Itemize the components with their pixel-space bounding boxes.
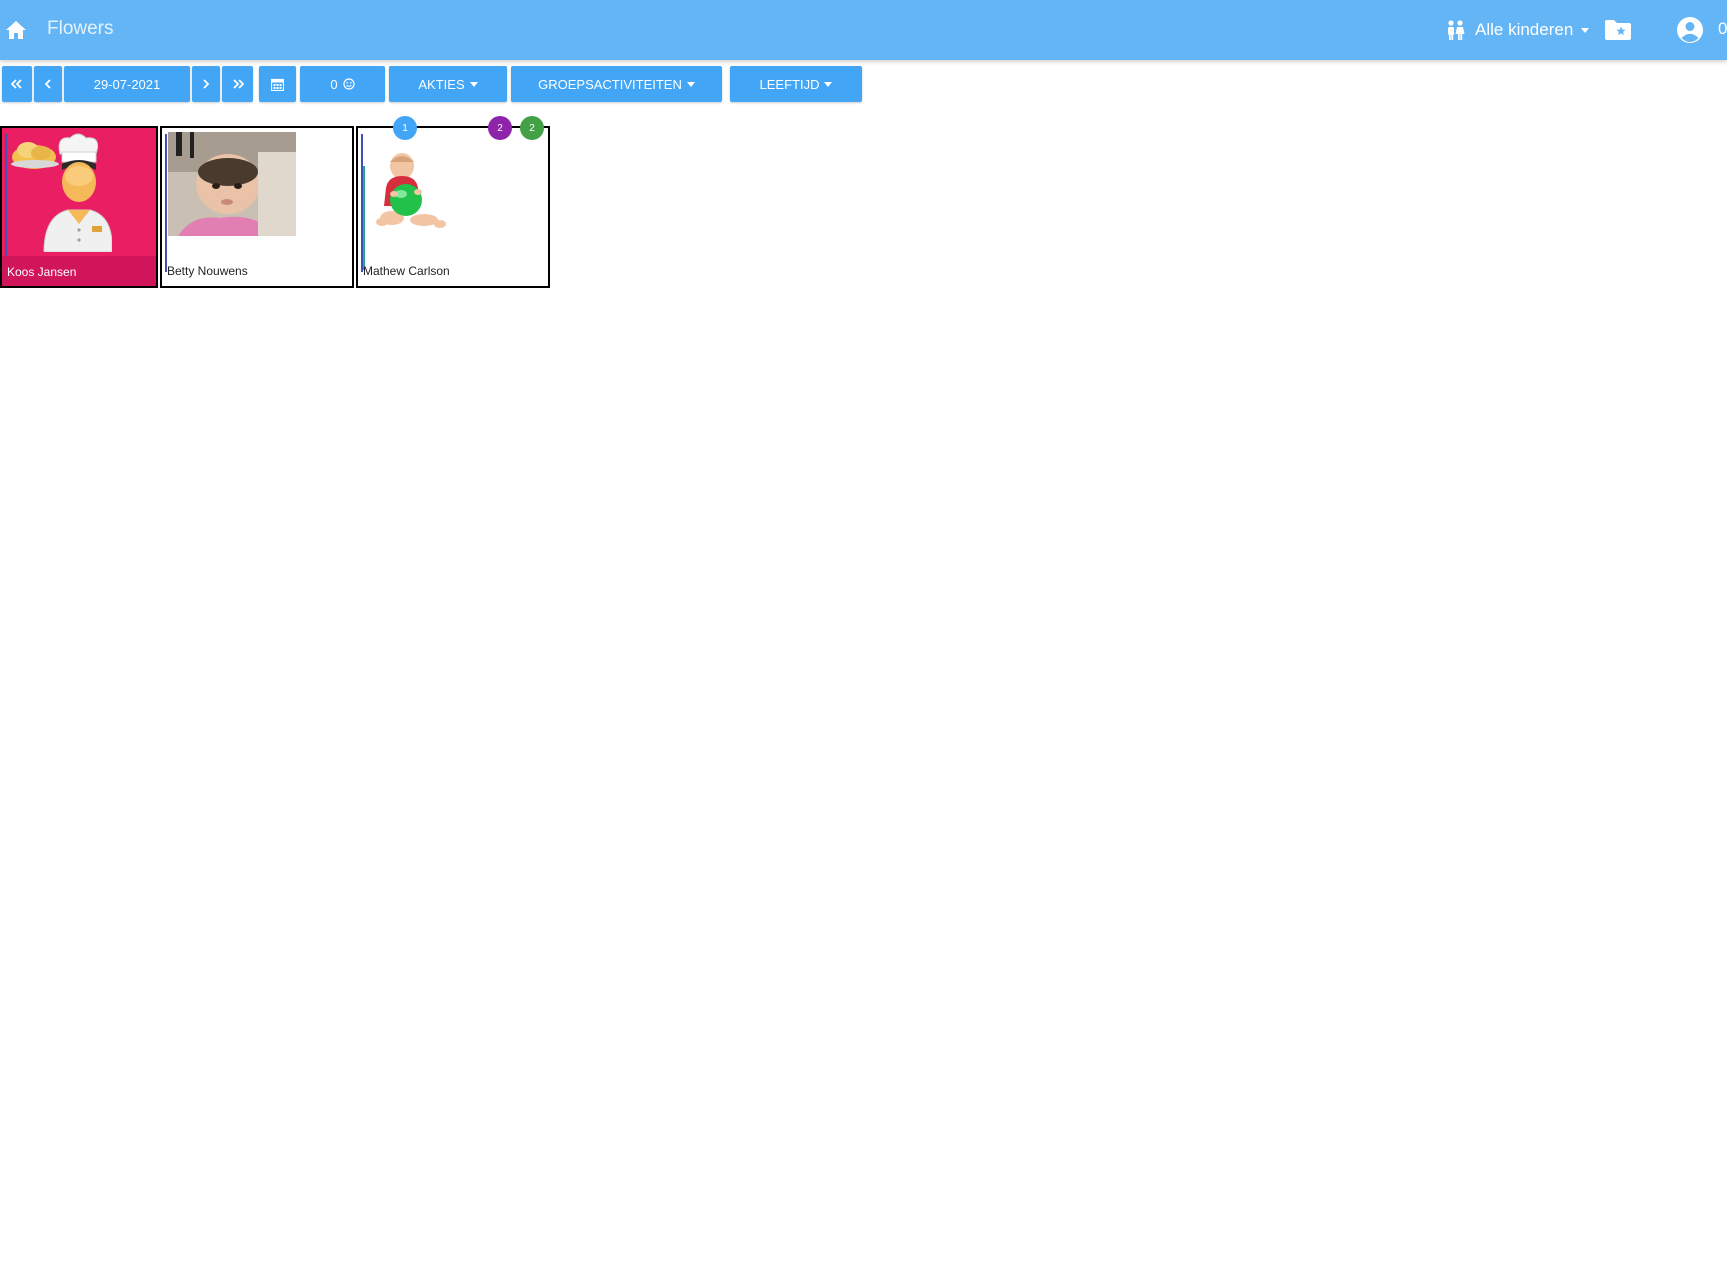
child-photo bbox=[376, 153, 446, 228]
baker-avatar bbox=[11, 133, 112, 252]
caret-down-icon bbox=[686, 82, 695, 87]
children-filter-dropdown[interactable]: Alle kinderen bbox=[1445, 17, 1590, 43]
home-button[interactable] bbox=[5, 19, 27, 41]
page-title: Flowers bbox=[47, 18, 114, 39]
caret-down-icon bbox=[824, 82, 833, 87]
previous-date-button[interactable] bbox=[34, 66, 62, 102]
mood-counter-button[interactable]: 0 bbox=[300, 66, 385, 102]
child-card-koos-jansen[interactable]: Koos Jansen bbox=[0, 126, 158, 288]
child-name: Koos Jansen bbox=[7, 265, 77, 279]
account-button[interactable] bbox=[1676, 16, 1704, 44]
child-name: Betty Nouwens bbox=[167, 264, 248, 278]
actions-dropdown[interactable]: AKTIES bbox=[389, 66, 507, 102]
card-stripe bbox=[5, 134, 7, 272]
child-photo bbox=[168, 132, 296, 236]
mood-counter-value: 0 bbox=[330, 76, 338, 92]
activity-badge-green[interactable]: 2 bbox=[520, 116, 544, 140]
chevron-left-icon bbox=[44, 79, 51, 89]
group-activities-dropdown[interactable]: GROEPSACTIVITEITEN bbox=[511, 66, 722, 102]
card-stripe bbox=[165, 134, 167, 272]
activity-badge-purple[interactable]: 2 bbox=[488, 116, 512, 140]
calendar-button[interactable] bbox=[259, 66, 296, 102]
account-circle-icon bbox=[1677, 17, 1703, 43]
actions-label: AKTIES bbox=[418, 76, 465, 92]
last-date-button[interactable] bbox=[222, 66, 253, 102]
age-label: LEEFTIJD bbox=[759, 76, 820, 92]
children-filter-label: Alle kinderen bbox=[1475, 20, 1574, 39]
child-card-mathew-carlson[interactable]: Mathew Carlson bbox=[356, 126, 550, 288]
home-icon bbox=[6, 21, 26, 39]
smiley-icon bbox=[343, 78, 355, 90]
child-name: Mathew Carlson bbox=[363, 264, 450, 278]
first-date-button[interactable] bbox=[2, 66, 32, 102]
double-chevron-right-icon bbox=[232, 79, 244, 89]
chevron-down-icon bbox=[1581, 28, 1590, 33]
card-stripe bbox=[363, 166, 365, 270]
group-activities-label: GROEPSACTIVITEITEN bbox=[538, 76, 682, 92]
chevron-right-icon bbox=[203, 79, 210, 89]
age-dropdown[interactable]: LEEFTIJD bbox=[730, 66, 862, 102]
caret-down-icon bbox=[469, 82, 478, 87]
double-chevron-left-icon bbox=[11, 79, 22, 89]
favorites-folder-button[interactable] bbox=[1604, 19, 1632, 41]
account-label: 0 bbox=[1718, 19, 1727, 38]
children-icon bbox=[1448, 20, 1465, 40]
app-bar: Flowers Alle kinderen 0 bbox=[0, 0, 1727, 60]
child-card-betty-nouwens[interactable]: Betty Nouwens bbox=[160, 126, 354, 288]
current-date-button[interactable]: 29-07-2021 bbox=[64, 66, 190, 102]
calendar-icon bbox=[271, 78, 284, 91]
next-date-button[interactable] bbox=[192, 66, 220, 102]
activity-badge-blue[interactable]: 1 bbox=[393, 116, 417, 140]
folder-star-icon bbox=[1605, 20, 1631, 40]
